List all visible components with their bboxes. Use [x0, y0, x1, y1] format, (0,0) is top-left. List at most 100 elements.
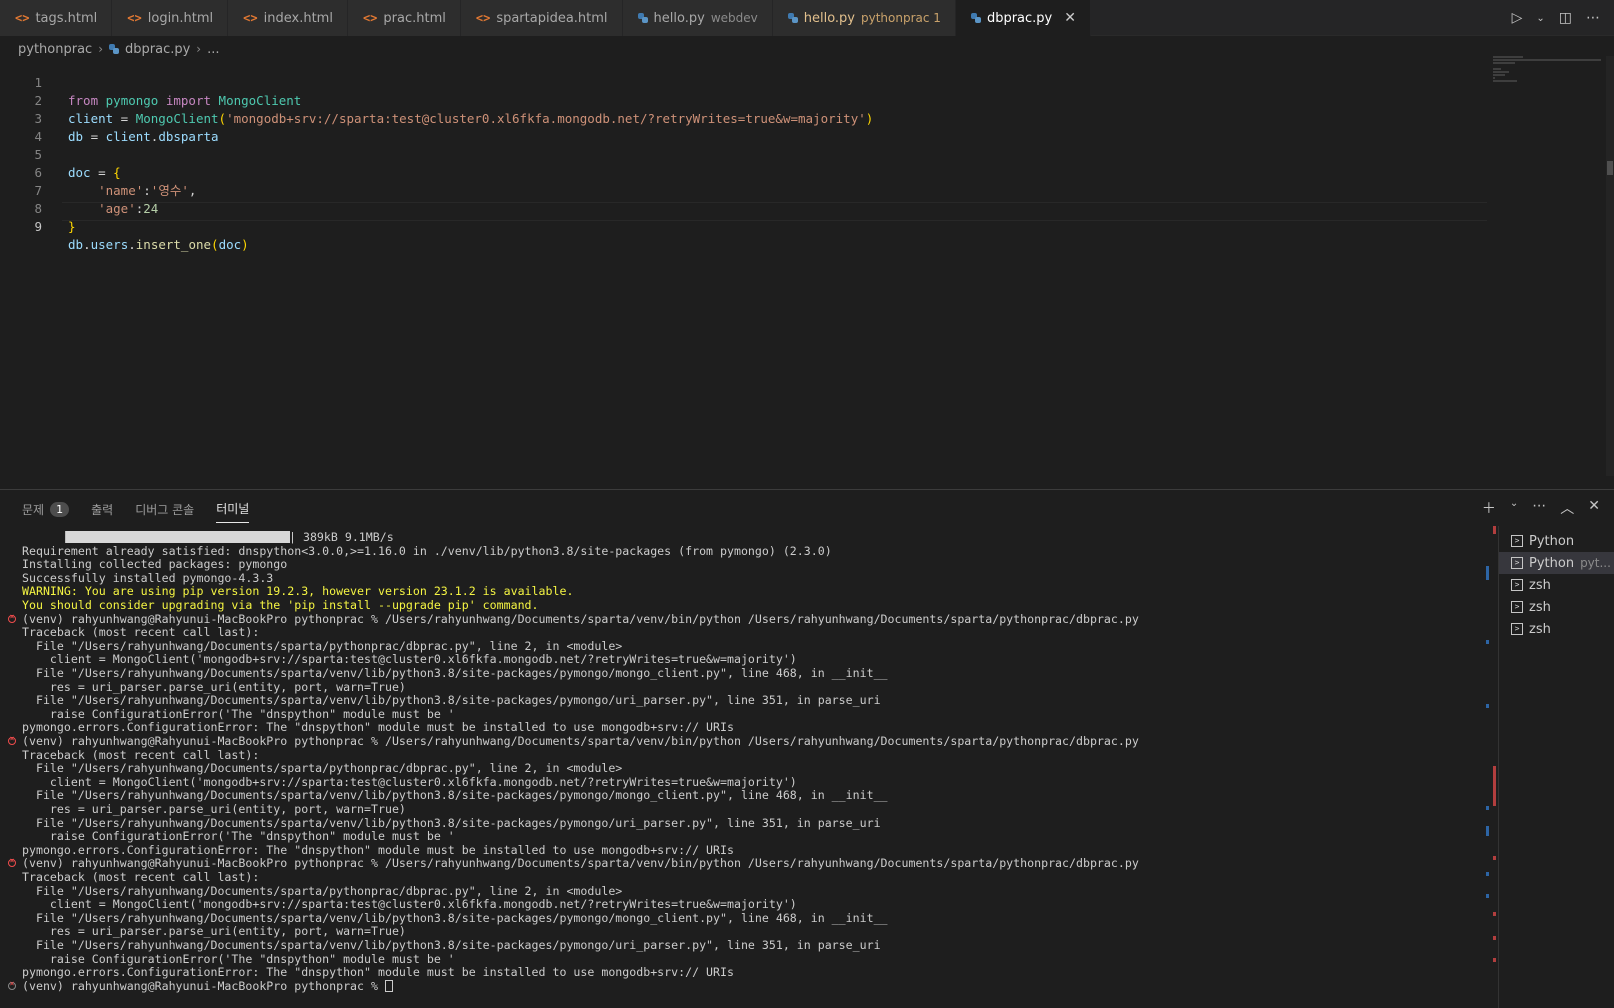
- prompt-decoration-icon: [8, 979, 16, 990]
- code-text: }: [68, 219, 76, 234]
- terminal-line: client = MongoClient('mongodb+srv://spar…: [22, 774, 797, 789]
- more-actions-icon[interactable]: ⋯: [1586, 10, 1600, 26]
- tab-tags-html[interactable]: <> tags.html: [0, 0, 113, 36]
- chevron-down-icon[interactable]: ⌄: [1510, 498, 1518, 518]
- terminal-icon: >: [1511, 535, 1523, 547]
- code-line: 2 client = MongoClient('mongodb+srv://sp…: [0, 74, 873, 126]
- panel-tab-label: 디버그 콘솔: [135, 502, 195, 517]
- breadcrumb-folder[interactable]: pythonprac: [18, 42, 92, 57]
- html-file-icon: <>: [243, 11, 258, 25]
- line-number: 9: [34, 219, 42, 234]
- close-panel-icon[interactable]: ✕: [1588, 498, 1600, 518]
- tab-label: login.html: [147, 10, 214, 26]
- terminal-item-label: Python: [1529, 555, 1575, 571]
- code-line: 4: [0, 110, 42, 144]
- breadcrumb-file[interactable]: dbprac.py: [125, 42, 190, 57]
- terminal-item-python-active[interactable]: > Python pyt...: [1499, 552, 1614, 574]
- minimap[interactable]: [1493, 56, 1603, 86]
- html-file-icon: <>: [362, 11, 378, 25]
- html-file-icon: <>: [15, 11, 30, 25]
- tab-debug-console[interactable]: 디버그 콘솔: [135, 500, 194, 523]
- terminal-line: client = MongoClient('mongodb+srv://spar…: [22, 897, 797, 912]
- new-terminal-icon[interactable]: ＋: [1482, 498, 1496, 518]
- tab-hello-py-pythonprac[interactable]: hello.py pythonprac 1: [772, 0, 956, 36]
- terminal-scrollbar[interactable]: [1486, 526, 1498, 1008]
- tab-terminal[interactable]: 터미널: [216, 500, 250, 523]
- panel-tab-label: 출력: [91, 502, 114, 517]
- terminal-line: | 389kB 9.1MB/s: [289, 530, 394, 544]
- terminal-line: Installing collected packages: pymongo: [22, 557, 288, 572]
- tab-label: hello.py: [653, 10, 705, 26]
- terminal-item-zsh[interactable]: > zsh: [1499, 574, 1614, 596]
- editor-tab-bar: <> tags.html <> login.html <> index.html…: [0, 0, 1614, 36]
- error-decoration-icon[interactable]: [8, 612, 16, 623]
- terminal-item-zsh[interactable]: > zsh: [1499, 618, 1614, 640]
- terminal-line: You should consider upgrading via the 'p…: [22, 598, 539, 612]
- terminal-line: (venv) rahyunhwang@Rahyunui-MacBookPro p…: [22, 611, 1139, 626]
- maximize-panel-icon[interactable]: ︿: [1560, 498, 1574, 518]
- terminal-cursor: [384, 980, 393, 993]
- terminal-line: raise ConfigurationError('The "dnspython…: [22, 829, 455, 844]
- close-tab-icon[interactable]: ✕: [1064, 10, 1076, 26]
- code-line: 1 from pymongo import MongoClient: [0, 56, 301, 108]
- terminal-line: res = uri_parser.parse_uri(entity, port,…: [22, 802, 406, 816]
- error-decoration-icon[interactable]: [8, 856, 16, 868]
- terminal-line: File "/Users/rahyunhwang/Documents/spart…: [22, 638, 623, 653]
- problems-count-badge: 1: [50, 501, 70, 517]
- more-actions-icon[interactable]: ⋯: [1532, 498, 1546, 518]
- error-decoration-icon[interactable]: [8, 734, 16, 745]
- terminal-line: Traceback (most recent call last):: [22, 747, 260, 762]
- chevron-down-icon[interactable]: ⌄: [1536, 13, 1544, 24]
- tab-hello-py-webdev[interactable]: hello.py webdev: [622, 0, 773, 36]
- tab-description: webdev: [710, 11, 758, 25]
- panel-tab-label: 터미널: [216, 502, 250, 516]
- tab-index-html[interactable]: <> index.html: [228, 0, 348, 36]
- breadcrumb-more[interactable]: ...: [207, 42, 219, 57]
- terminal-line: Successfully installed pymongo-4.3.3: [22, 570, 274, 585]
- panel-tab-label: 문제: [22, 502, 45, 517]
- terminal-item-label: zsh: [1529, 599, 1551, 615]
- run-icon[interactable]: ▷: [1512, 10, 1523, 26]
- terminal-line: Traceback (most recent call last):: [22, 870, 260, 884]
- terminal-line: File "/Users/rahyunhwang/Documents/spart…: [22, 666, 888, 680]
- tab-label: hello.py: [803, 10, 855, 26]
- tab-label: dbprac.py: [986, 10, 1053, 26]
- editor-scrollbar[interactable]: [1606, 56, 1614, 476]
- tab-output[interactable]: 출력: [91, 500, 113, 523]
- tab-label: spartapidea.html: [496, 10, 608, 26]
- code-line: 8 }: [0, 182, 75, 234]
- terminal-line: Traceback (most recent call last):: [22, 625, 260, 640]
- chevron-right-icon: ›: [196, 42, 202, 56]
- terminal-line: raise ConfigurationError('The "dnspython…: [22, 706, 455, 721]
- terminal-line: File "/Users/rahyunhwang/Documents/spart…: [22, 938, 881, 952]
- terminal-item-python[interactable]: > Python: [1499, 530, 1614, 552]
- terminal-line: Requirement already satisfied: dnspython…: [22, 543, 832, 558]
- code-line: 3 db = client.dbsparta: [0, 92, 218, 144]
- terminal-line: res = uri_parser.parse_uri(entity, port,…: [22, 679, 406, 694]
- terminal-item-label: zsh: [1529, 577, 1551, 593]
- tab-prac-html[interactable]: <> prac.html: [347, 0, 461, 36]
- terminal-line: File "/Users/rahyunhwang/Documents/spart…: [22, 788, 888, 803]
- tab-login-html[interactable]: <> login.html: [112, 0, 229, 36]
- terminal-item-description: pyt...: [1580, 556, 1611, 570]
- tab-dbprac-py[interactable]: dbprac.py ✕: [955, 0, 1091, 36]
- split-editor-icon[interactable]: ◫: [1559, 10, 1572, 26]
- terminal-icon: >: [1511, 557, 1523, 569]
- terminal-line: File "/Users/rahyunhwang/Documents/spart…: [22, 761, 623, 776]
- terminal-icon: >: [1511, 579, 1523, 591]
- chevron-right-icon: ›: [98, 42, 103, 56]
- tab-problems[interactable]: 문제 1: [22, 500, 70, 523]
- code-text: client = MongoClient('mongodb+srv://spar…: [68, 111, 874, 126]
- terminal-line: pymongo.errors.ConfigurationError: The "…: [22, 842, 734, 857]
- terminal-list: > Python > Python pyt... > zsh > zsh > z…: [1498, 526, 1614, 1008]
- code-text: db.users.insert_one(doc): [68, 237, 249, 252]
- terminal-line: (venv) rahyunhwang@Rahyunui-MacBookPro p…: [22, 979, 393, 993]
- code-editor[interactable]: 1 from pymongo import MongoClient 2 clie…: [0, 56, 1490, 476]
- download-progress-bar: [65, 531, 290, 543]
- terminal-item-zsh[interactable]: > zsh: [1499, 596, 1614, 618]
- bottom-panel: 문제 1 출력 디버그 콘솔 터미널 ＋ ⌄ ⋯ ︿ ✕ | 389kB 9.1…: [0, 489, 1614, 1008]
- editor-actions: ▷ ⌄ ◫ ⋯: [1512, 0, 1614, 36]
- tab-spartapidea-html[interactable]: <> spartapidea.html: [460, 0, 623, 36]
- terminal-output[interactable]: | 389kB 9.1MB/s Requirement already satis…: [0, 526, 1484, 1008]
- panel-tab-bar: 문제 1 출력 디버그 콘솔 터미널: [22, 500, 250, 523]
